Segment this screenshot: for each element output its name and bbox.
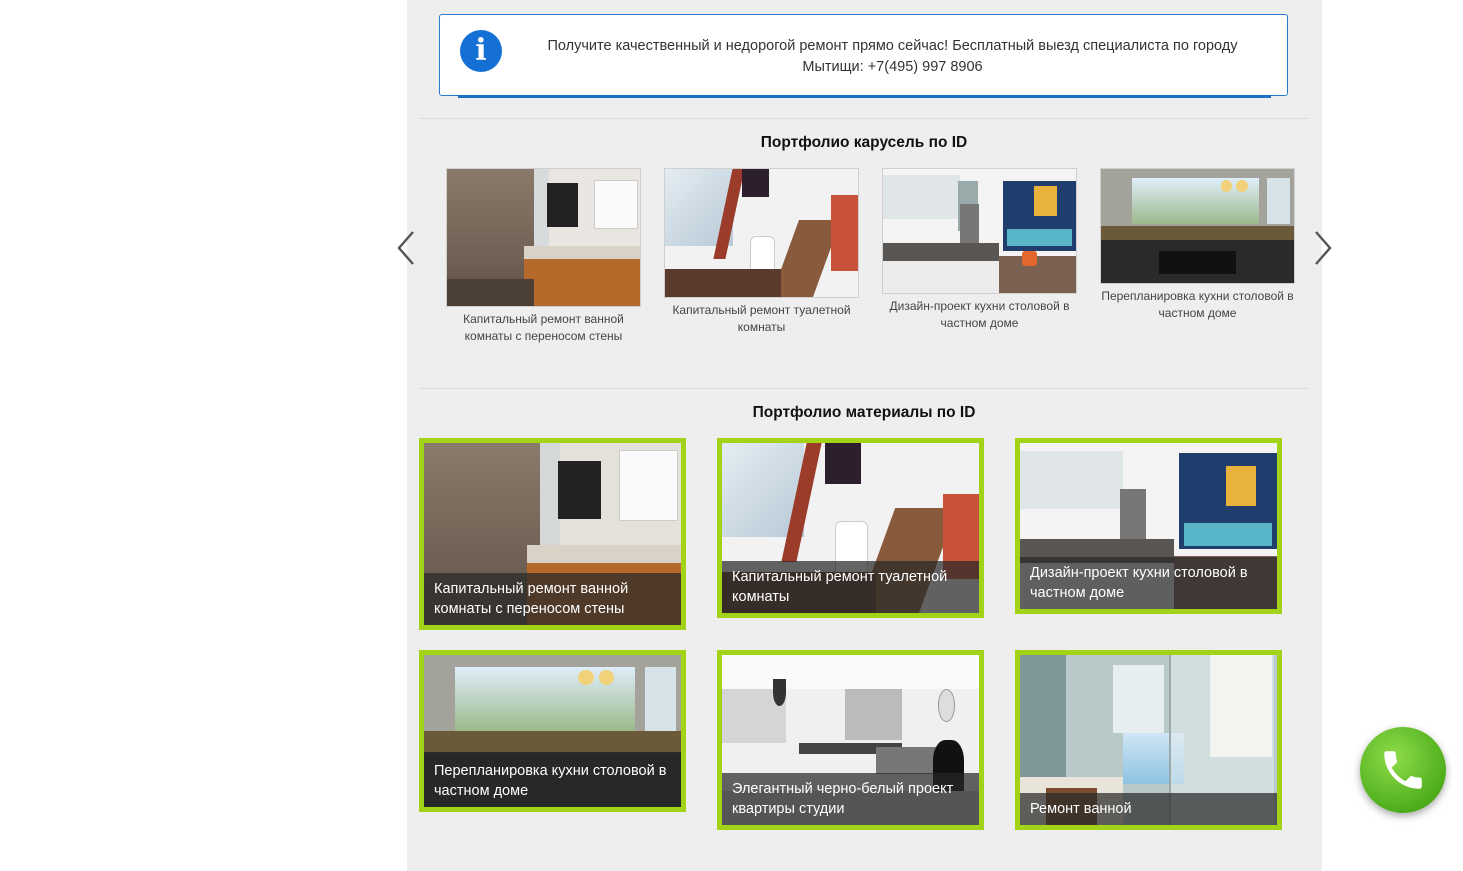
portfolio-tile[interactable]: Элегантный черно-белый проект квартиры с… (717, 650, 984, 830)
call-button[interactable] (1360, 727, 1446, 813)
portfolio-tile[interactable]: Капитальный ремонт туалетной комнаты (717, 438, 984, 618)
info-message: Получите качественный и недорогой ремонт… (547, 38, 1238, 75)
info-icon: i (460, 30, 502, 72)
tile-caption: Дизайн-проект кухни столовой в частном д… (1020, 557, 1277, 609)
carousel-caption: Капитальный ремонт туалетной комнаты (672, 303, 851, 334)
tile-caption: Капитальный ремонт туалетной комнаты (722, 561, 979, 613)
carousel-item[interactable]: Капитальный ремонт ванной комнаты с пере… (446, 168, 641, 345)
carousel-item[interactable]: Капитальный ремонт туалетной комнаты (664, 168, 859, 336)
chevron-right-icon[interactable] (1308, 228, 1338, 268)
materials-title: Портфолио материалы по ID (752, 404, 976, 421)
portfolio-tile[interactable]: Дизайн-проект кухни столовой в частном д… (1015, 438, 1282, 614)
phone-icon (1384, 751, 1422, 789)
portfolio-tile[interactable]: Перепланировка кухни столовой в частном … (419, 650, 686, 812)
carousel-title: Портфолио карусель по ID (760, 134, 968, 151)
tile-caption: Ремонт ванной (1020, 793, 1277, 825)
portfolio-tile[interactable]: Ремонт ванной (1015, 650, 1282, 830)
divider (420, 388, 1308, 389)
carousel-photo (446, 168, 641, 307)
portfolio-tile[interactable]: Капитальный ремонт ванной комнаты с пере… (419, 438, 686, 630)
tile-caption: Капитальный ремонт ванной комнаты с пере… (424, 573, 681, 625)
carousel-caption: Перепланировка кухни столовой в частном … (1101, 289, 1294, 320)
carousel-item[interactable]: Перепланировка кухни столовой в частном … (1100, 168, 1295, 322)
chevron-left-icon[interactable] (393, 228, 423, 268)
divider (420, 118, 1308, 119)
carousel-photo (1100, 168, 1295, 284)
carousel-photo (664, 168, 859, 298)
info-notice: i Получите качественный и недорогой ремо… (439, 14, 1288, 98)
carousel-caption: Дизайн-проект кухни столовой в частном д… (889, 299, 1070, 330)
carousel-photo (882, 168, 1077, 294)
tile-caption: Элегантный черно-белый проект квартиры с… (722, 773, 979, 825)
carousel-item[interactable]: Дизайн-проект кухни столовой в частном д… (882, 168, 1077, 332)
tile-caption: Перепланировка кухни столовой в частном … (424, 755, 681, 807)
info-underline (458, 95, 1271, 98)
carousel-caption: Капитальный ремонт ванной комнаты с пере… (463, 312, 624, 343)
